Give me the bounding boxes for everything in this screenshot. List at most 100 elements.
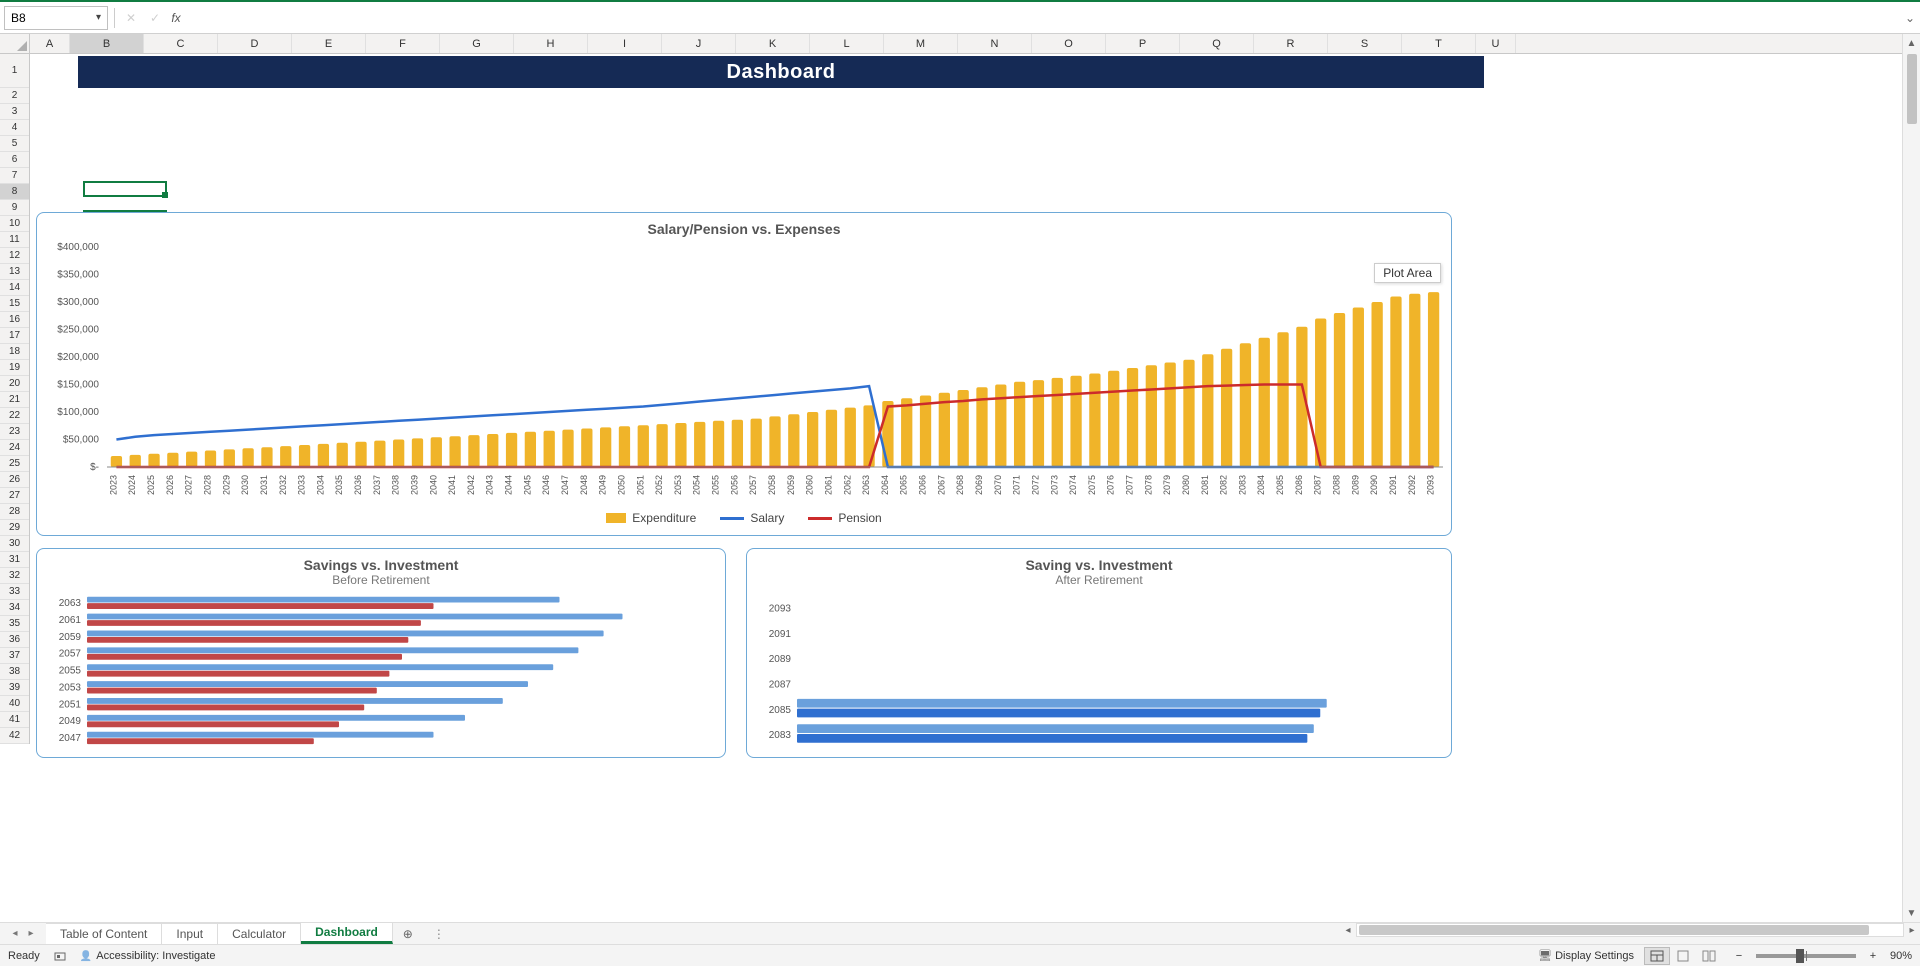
expand-formula-bar-icon[interactable]: ⌄ — [1900, 11, 1920, 25]
hscroll-right-icon[interactable]: ▸ — [1904, 925, 1920, 936]
row-header-13[interactable]: 13 — [0, 264, 29, 280]
chart-savings-investment-after[interactable]: Saving vs. Investment After Retirement 2… — [746, 548, 1452, 758]
column-header-T[interactable]: T — [1402, 34, 1476, 53]
row-header-16[interactable]: 16 — [0, 312, 29, 328]
horizontal-scrollbar[interactable]: ◂ ▸ — [1340, 923, 1920, 937]
row-header-29[interactable]: 29 — [0, 520, 29, 536]
row-header-26[interactable]: 26 — [0, 472, 29, 488]
chart-savings-investment-before[interactable]: Savings vs. Investment Before Retirement… — [36, 548, 726, 758]
vscroll-thumb[interactable] — [1907, 54, 1917, 124]
row-header-22[interactable]: 22 — [0, 408, 29, 424]
row-header-19[interactable]: 19 — [0, 360, 29, 376]
zoom-slider[interactable] — [1756, 954, 1856, 958]
column-header-H[interactable]: H — [514, 34, 588, 53]
row-header-32[interactable]: 32 — [0, 568, 29, 584]
row-header-5[interactable]: 5 — [0, 136, 29, 152]
column-header-O[interactable]: O — [1032, 34, 1106, 53]
row-header-37[interactable]: 37 — [0, 648, 29, 664]
column-header-Q[interactable]: Q — [1180, 34, 1254, 53]
column-header-G[interactable]: G — [440, 34, 514, 53]
hscroll-thumb[interactable] — [1359, 925, 1869, 935]
column-header-P[interactable]: P — [1106, 34, 1180, 53]
row-header-6[interactable]: 6 — [0, 152, 29, 168]
row-header-31[interactable]: 31 — [0, 552, 29, 568]
sheet-surface[interactable]: Dashboard Salary/Pension vs. Expenses Pl… — [30, 54, 1902, 922]
column-header-A[interactable]: A — [30, 34, 70, 53]
column-header-K[interactable]: K — [736, 34, 810, 53]
row-header-4[interactable]: 4 — [0, 120, 29, 136]
column-header-L[interactable]: L — [810, 34, 884, 53]
tab-nav-first-icon[interactable]: ◂ — [8, 928, 22, 939]
zoom-level[interactable]: 90% — [1890, 950, 1912, 962]
row-header-33[interactable]: 33 — [0, 584, 29, 600]
row-header-40[interactable]: 40 — [0, 696, 29, 712]
column-header-R[interactable]: R — [1254, 34, 1328, 53]
sheet-tab-dashboard[interactable]: Dashboard — [301, 923, 393, 944]
page-break-view-button[interactable] — [1696, 947, 1722, 965]
column-header-D[interactable]: D — [218, 34, 292, 53]
display-settings-button[interactable]: 🖥 Display Settings — [1538, 949, 1634, 962]
accessibility-status[interactable]: Accessibility: Investigate — [80, 950, 216, 962]
row-header-28[interactable]: 28 — [0, 504, 29, 520]
chart-salary-pension-expenses[interactable]: Salary/Pension vs. Expenses Plot Area $-… — [36, 212, 1452, 536]
row-header-42[interactable]: 42 — [0, 728, 29, 744]
row-header-36[interactable]: 36 — [0, 632, 29, 648]
column-header-I[interactable]: I — [588, 34, 662, 53]
add-sheet-button[interactable]: ⊕ — [393, 923, 423, 944]
column-header-S[interactable]: S — [1328, 34, 1402, 53]
row-header-35[interactable]: 35 — [0, 616, 29, 632]
scroll-down-icon[interactable]: ▼ — [1903, 904, 1920, 922]
formula-input[interactable] — [191, 6, 1900, 30]
column-header-M[interactable]: M — [884, 34, 958, 53]
row-header-14[interactable]: 14 — [0, 280, 29, 296]
row-header-17[interactable]: 17 — [0, 328, 29, 344]
row-header-11[interactable]: 11 — [0, 232, 29, 248]
vertical-scrollbar[interactable]: ▲ ▼ — [1902, 34, 1920, 922]
column-header-E[interactable]: E — [292, 34, 366, 53]
sheet-tab-table-of-content[interactable]: Table of Content — [46, 923, 162, 944]
row-header-21[interactable]: 21 — [0, 392, 29, 408]
row-header-1[interactable]: 1 — [0, 54, 29, 88]
zoom-out-button[interactable]: − — [1732, 950, 1746, 962]
row-header-12[interactable]: 12 — [0, 248, 29, 264]
row-header-23[interactable]: 23 — [0, 424, 29, 440]
svg-text:2063: 2063 — [861, 475, 871, 495]
row-header-27[interactable]: 27 — [0, 488, 29, 504]
scroll-up-icon[interactable]: ▲ — [1903, 34, 1920, 52]
row-header-38[interactable]: 38 — [0, 664, 29, 680]
select-all-corner[interactable] — [0, 34, 30, 54]
tab-nav[interactable]: ◂ ▸ — [0, 923, 46, 944]
row-header-10[interactable]: 10 — [0, 216, 29, 232]
row-header-41[interactable]: 41 — [0, 712, 29, 728]
sheet-tab-calculator[interactable]: Calculator — [218, 923, 301, 944]
normal-view-button[interactable] — [1644, 947, 1670, 965]
row-header-25[interactable]: 25 — [0, 456, 29, 472]
column-header-N[interactable]: N — [958, 34, 1032, 53]
column-header-J[interactable]: J — [662, 34, 736, 53]
row-header-30[interactable]: 30 — [0, 536, 29, 552]
zoom-in-button[interactable]: + — [1866, 950, 1880, 962]
row-header-8[interactable]: 8 — [0, 184, 29, 200]
row-header-9[interactable]: 9 — [0, 200, 29, 216]
row-header-3[interactable]: 3 — [0, 104, 29, 120]
hscroll-left-icon[interactable]: ◂ — [1340, 925, 1356, 936]
row-header-34[interactable]: 34 — [0, 600, 29, 616]
page-layout-view-button[interactable] — [1670, 947, 1696, 965]
row-header-20[interactable]: 20 — [0, 376, 29, 392]
column-header-F[interactable]: F — [366, 34, 440, 53]
column-header-B[interactable]: B — [70, 34, 144, 53]
column-header-C[interactable]: C — [144, 34, 218, 53]
fx-icon[interactable]: fx — [167, 6, 191, 30]
name-box[interactable]: B8 ▾ — [4, 6, 108, 30]
row-header-24[interactable]: 24 — [0, 440, 29, 456]
column-header-U[interactable]: U — [1476, 34, 1516, 53]
tab-nav-prev-icon[interactable]: ▸ — [24, 928, 38, 939]
row-header-15[interactable]: 15 — [0, 296, 29, 312]
row-header-7[interactable]: 7 — [0, 168, 29, 184]
name-box-dropdown-icon[interactable]: ▾ — [96, 12, 101, 23]
row-header-39[interactable]: 39 — [0, 680, 29, 696]
row-header-2[interactable]: 2 — [0, 88, 29, 104]
row-header-18[interactable]: 18 — [0, 344, 29, 360]
sheet-tab-input[interactable]: Input — [162, 923, 218, 944]
macro-record-icon[interactable] — [54, 950, 66, 962]
